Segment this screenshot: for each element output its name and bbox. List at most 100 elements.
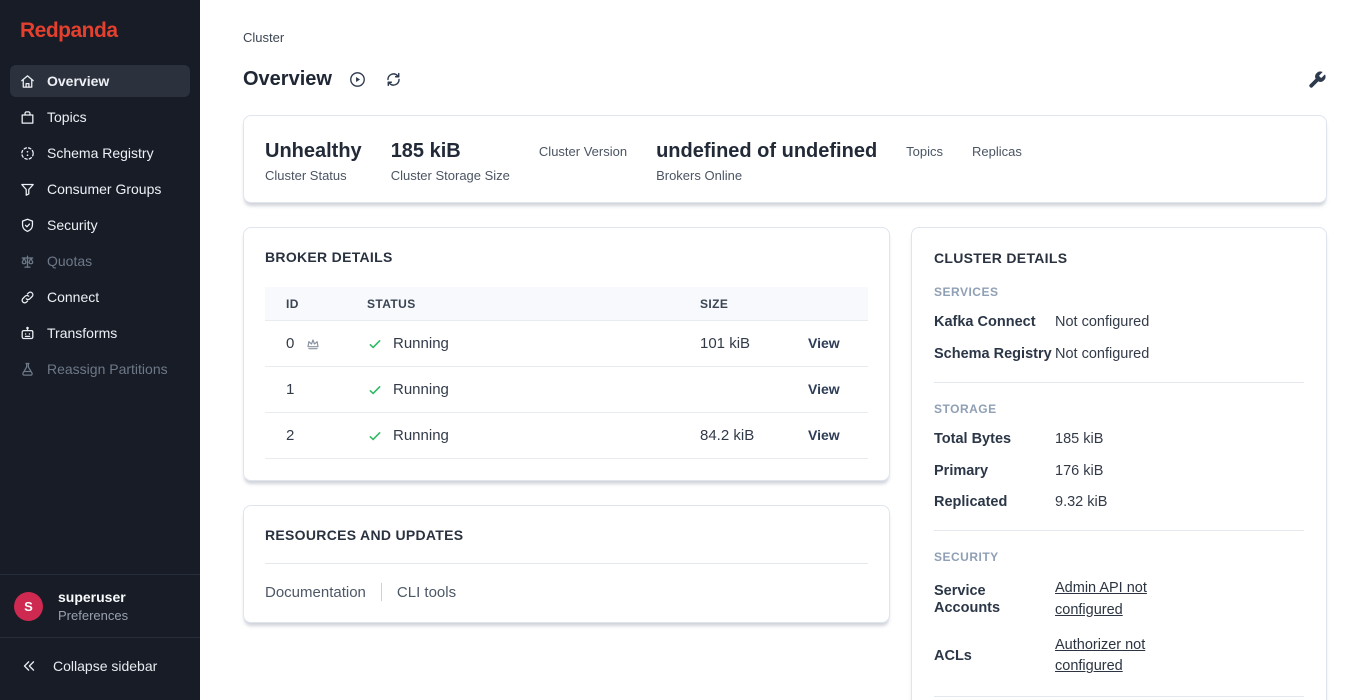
sidebar-item-reassign-partitions[interactable]: Reassign Partitions	[10, 353, 190, 385]
detail-row-total-bytes: Total Bytes185 kiB	[934, 430, 1304, 449]
sidebar-item-schema-registry[interactable]: Schema Registry	[10, 137, 190, 169]
detail-label: ACLs	[934, 648, 1055, 665]
detail-label: Replicated	[934, 494, 1055, 511]
flask-icon	[19, 361, 36, 378]
broker-size: 84.2 kiB	[700, 427, 808, 444]
wrench-icon[interactable]	[1307, 70, 1327, 90]
sidebar-item-label: Security	[47, 217, 98, 233]
detail-link[interactable]: Authorizer not configured	[1055, 635, 1173, 679]
cluster-stats-bar: Unhealthy Cluster Status 185 kiB Cluster St…	[243, 115, 1327, 203]
sidebar-item-security[interactable]: Security	[10, 209, 190, 241]
sidebar-item-connect[interactable]: Connect	[10, 281, 190, 313]
detail-row-schema-registry: Schema RegistryNot configured	[934, 345, 1304, 364]
cluster-details-card: CLUSTER DETAILS SERVICESKafka ConnectNot…	[911, 227, 1327, 700]
detail-value: 176 kiB	[1055, 462, 1103, 481]
collapse-sidebar-label: Collapse sidebar	[53, 658, 157, 674]
detail-label: Service Accounts	[934, 583, 1055, 616]
resources-divider	[265, 563, 868, 564]
detail-value[interactable]: Authorizer not configured	[1055, 635, 1173, 679]
broker-details-title: BROKER DETAILS	[265, 249, 868, 265]
sidebar-item-label: Schema Registry	[47, 145, 154, 161]
robot-icon	[19, 325, 36, 342]
stat-cluster-storage-size: 185 kiB Cluster Storage Size	[391, 139, 510, 183]
broker-status: Running	[367, 335, 700, 352]
main-content: Cluster Overview Unhealthy Cluster Status…	[200, 0, 1366, 700]
detail-row-acls: ACLsAuthorizer not configured	[934, 635, 1304, 679]
column-header-status: STATUS	[367, 297, 700, 311]
broker-details-card: BROKER DETAILS IDSTATUSSIZE 0 Running 101 …	[243, 227, 890, 481]
resource-link-cli-tools[interactable]: CLI tools	[397, 584, 456, 601]
breadcrumb: Cluster	[243, 30, 1327, 45]
detail-row-service-accounts: Service AccountsAdmin API not configured	[934, 578, 1304, 622]
detail-value[interactable]: Admin API not configured	[1055, 578, 1173, 622]
check-icon	[367, 382, 383, 398]
detail-link[interactable]: Admin API not configured	[1055, 578, 1173, 622]
detail-label: Schema Registry	[934, 346, 1055, 363]
title-row: Overview	[243, 68, 1327, 91]
resources-title: RESOURCES AND UPDATES	[265, 527, 868, 543]
sidebar-item-consumer-groups[interactable]: Consumer Groups	[10, 173, 190, 205]
stat-value: Unhealthy	[265, 139, 362, 163]
collapse-sidebar-button[interactable]: Collapse sidebar	[0, 637, 200, 700]
resources-card: RESOURCES AND UPDATES Documentation CLI t…	[243, 505, 890, 623]
resource-link-documentation[interactable]: Documentation	[265, 584, 366, 601]
resources-links: Documentation CLI tools	[265, 583, 868, 601]
stat-brokers-online: undefined of undefinedBrokers Online	[656, 139, 877, 183]
detail-value: 9.32 kiB	[1055, 493, 1107, 512]
refresh-icon[interactable]	[384, 70, 403, 89]
view-broker-link[interactable]: View	[808, 335, 840, 351]
right-column: CLUSTER DETAILS SERVICESKafka ConnectNot…	[911, 227, 1327, 700]
sidebar-item-quotas[interactable]: Quotas	[10, 245, 190, 277]
avatar[interactable]: S	[14, 592, 43, 621]
view-broker-link[interactable]: View	[808, 381, 840, 397]
detail-row-replicated: Replicated9.32 kiB	[934, 493, 1304, 512]
stat-cluster-status: Unhealthy Cluster Status	[265, 139, 362, 183]
stat-label: Cluster Version	[539, 144, 627, 159]
column-header-id: ID	[265, 297, 367, 311]
section-divider	[934, 530, 1304, 531]
shield-check-icon	[19, 217, 36, 234]
crown-icon	[305, 336, 321, 352]
cluster-details-title: CLUSTER DETAILS	[934, 250, 1304, 266]
user-name: superuser	[58, 589, 128, 605]
sidebar-item-overview[interactable]: Overview	[10, 65, 190, 97]
sidebar-item-label: Reassign Partitions	[47, 361, 168, 377]
broker-id: 0	[265, 335, 367, 352]
detail-row-primary: Primary176 kiB	[934, 462, 1304, 481]
sidebar-item-label: Overview	[47, 73, 109, 89]
detail-value: Not configured	[1055, 345, 1149, 364]
left-column: BROKER DETAILS IDSTATUSSIZE 0 Running 101 …	[243, 227, 890, 623]
preferences-link[interactable]: Preferences	[58, 608, 128, 623]
view-broker-link[interactable]: View	[808, 427, 840, 443]
section-divider	[934, 696, 1304, 697]
stat-cluster-version: Cluster Version	[539, 139, 627, 159]
link-icon	[19, 289, 36, 306]
cluster-details-sections: SERVICESKafka ConnectNot configuredSchem…	[934, 285, 1304, 697]
broker-table-header: IDSTATUSSIZE	[265, 287, 868, 321]
broker-id: 1	[265, 381, 367, 398]
content-columns: BROKER DETAILS IDSTATUSSIZE 0 Running 101 …	[243, 227, 1327, 700]
sidebar-item-label: Transforms	[47, 325, 117, 341]
stat-label: Cluster Storage Size	[391, 168, 510, 183]
play-circle-icon[interactable]	[348, 70, 367, 89]
broker-status-label: Running	[393, 381, 449, 398]
sidebar: Redpanda Overview Topics Schema Registry Co…	[0, 0, 200, 700]
stat-value: undefined of undefined	[656, 139, 877, 163]
broker-status: Running	[367, 427, 700, 444]
stat-label: Cluster Status	[265, 168, 362, 183]
detail-label: Total Bytes	[934, 431, 1055, 448]
detail-label: Kafka Connect	[934, 314, 1055, 331]
broker-status-label: Running	[393, 427, 449, 444]
sidebar-item-transforms[interactable]: Transforms	[10, 317, 190, 349]
section-heading-storage: STORAGE	[934, 402, 1304, 416]
user-section[interactable]: S superuser Preferences	[0, 574, 200, 637]
check-icon	[367, 428, 383, 444]
broker-size: 101 kiB	[700, 335, 808, 352]
sidebar-item-label: Quotas	[47, 253, 92, 269]
stat-value: 185 kiB	[391, 139, 510, 163]
detail-row-kafka-connect: Kafka ConnectNot configured	[934, 313, 1304, 332]
redpanda-logo: Redpanda	[0, 0, 200, 57]
broker-status-label: Running	[393, 335, 449, 352]
sidebar-item-topics[interactable]: Topics	[10, 101, 190, 133]
page-title: Overview	[243, 68, 332, 91]
